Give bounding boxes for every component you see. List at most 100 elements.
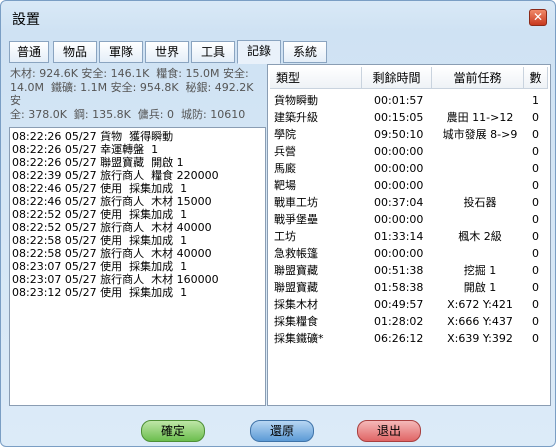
cell-count: 0 bbox=[532, 111, 539, 124]
column-header-current-task[interactable]: 當前任務 bbox=[432, 67, 524, 89]
log-entry: 08:22:58 05/27 旅行商人 木材 40000 bbox=[12, 247, 212, 260]
column-header-type[interactable]: 類型 bbox=[270, 67, 362, 89]
cell-count: 0 bbox=[532, 213, 539, 226]
settings-window: 設置 ✕ 普通 物品 軍隊 世界 工具 記錄 系統 木材: 924.6K 安全:… bbox=[0, 0, 556, 447]
cell-time: 00:00:00 bbox=[374, 179, 424, 192]
cell-time: 00:37:04 bbox=[374, 196, 424, 209]
table-row[interactable]: 學院 09:50:10 城市發展 8->9 0 bbox=[268, 126, 550, 143]
cell-task: 投石器 bbox=[463, 196, 497, 209]
cell-count: 0 bbox=[532, 315, 539, 328]
column-header-remaining-time[interactable]: 剩餘時間 bbox=[362, 67, 432, 89]
cell-type: 學院 bbox=[274, 128, 296, 141]
tab-normal[interactable]: 普通 bbox=[9, 41, 49, 63]
cell-type: 戰車工坊 bbox=[274, 196, 318, 209]
cell-time: 06:26:12 bbox=[374, 332, 424, 345]
table-row[interactable]: 建築升級 00:15:05 農田 11->12 0 bbox=[268, 109, 550, 126]
table-row[interactable]: 兵營 00:00:00 0 bbox=[268, 143, 550, 160]
cell-time: 00:15:05 bbox=[374, 111, 424, 124]
resource-line-3: 全: 378.0K 鋼: 135.8K 傭兵: 0 城防: 10610 bbox=[10, 107, 246, 121]
cell-task: 開啟 1 bbox=[463, 281, 497, 294]
cell-count: 0 bbox=[532, 196, 539, 209]
ok-button[interactable]: 確定 bbox=[141, 420, 205, 442]
table-row[interactable]: 工坊 01:33:14 楓木 2級 0 bbox=[268, 228, 550, 245]
cell-time: 00:01:57 bbox=[374, 94, 424, 107]
table-row[interactable]: 靶場 00:00:00 0 bbox=[268, 177, 550, 194]
cell-type: 工坊 bbox=[274, 230, 296, 243]
cell-type: 建築升級 bbox=[274, 111, 318, 124]
tab-tools[interactable]: 工具 bbox=[191, 41, 235, 63]
cell-time: 01:33:14 bbox=[374, 230, 424, 243]
cell-count: 0 bbox=[532, 298, 539, 311]
log-entry: 08:22:26 05/27 貨物 獲得瞬動 bbox=[12, 130, 174, 143]
cell-task: X:639 Y:392 bbox=[447, 332, 513, 345]
cell-type: 馬廄 bbox=[274, 162, 296, 175]
cell-type: 兵營 bbox=[274, 145, 296, 158]
table-row[interactable]: 聯盟寶藏 00:51:38 挖掘 1 0 bbox=[268, 262, 550, 279]
cell-task: 城市發展 8->9 bbox=[442, 128, 518, 141]
cell-task: 挖掘 1 bbox=[463, 264, 497, 277]
cell-type: 靶場 bbox=[274, 179, 296, 192]
cell-time: 01:28:02 bbox=[374, 315, 424, 328]
cell-type: 貨物瞬動 bbox=[274, 94, 318, 107]
table-row[interactable]: 採集鐵礦* 06:26:12 X:639 Y:392 0 bbox=[268, 330, 550, 347]
log-entry: 08:23:07 05/27 使用 採集加成 1 bbox=[12, 260, 188, 273]
table-row[interactable]: 急救帳篷 00:00:00 0 bbox=[268, 245, 550, 262]
table-row[interactable]: 聯盟寶藏 01:58:38 開啟 1 0 bbox=[268, 279, 550, 296]
cell-time: 00:00:00 bbox=[374, 247, 424, 260]
exit-button[interactable]: 退出 bbox=[357, 420, 421, 442]
cell-time: 09:50:10 bbox=[374, 128, 424, 141]
cell-type: 採集鐵礦* bbox=[274, 332, 324, 345]
cell-type: 聯盟寶藏 bbox=[274, 281, 318, 294]
log-entry: 08:22:58 05/27 使用 採集加成 1 bbox=[12, 234, 188, 247]
cell-time: 00:51:38 bbox=[374, 264, 424, 277]
column-header-count[interactable]: 數 bbox=[524, 67, 548, 89]
log-entry: 08:22:26 05/27 幸運轉盤 1 bbox=[12, 143, 159, 156]
log-entry: 08:22:39 05/27 旅行商人 糧食 220000 bbox=[12, 169, 219, 182]
cell-time: 00:49:57 bbox=[374, 298, 424, 311]
cell-type: 採集糧食 bbox=[274, 315, 318, 328]
tab-log[interactable]: 記錄 bbox=[237, 40, 281, 64]
resource-line-2: 14.0M 鐵礦: 1.1M 安全: 954.8K 秘銀: 492.2K 安 bbox=[10, 80, 257, 108]
window-title: 設置 bbox=[12, 12, 40, 28]
log-entry: 08:23:12 05/27 使用 採集加成 1 bbox=[12, 286, 188, 299]
tab-army[interactable]: 軍隊 bbox=[99, 41, 143, 63]
tab-items[interactable]: 物品 bbox=[53, 41, 97, 63]
title-bar: 設置 ✕ bbox=[1, 1, 555, 33]
cell-task: X:672 Y:421 bbox=[447, 298, 513, 311]
cell-count: 0 bbox=[532, 247, 539, 260]
task-table: 類型 剩餘時間 當前任務 數 貨物瞬動 00:01:57 1 建築升級 00:1… bbox=[267, 64, 551, 406]
cell-type: 急救帳篷 bbox=[274, 247, 318, 260]
cell-count: 0 bbox=[532, 145, 539, 158]
table-row[interactable]: 戰車工坊 00:37:04 投石器 0 bbox=[268, 194, 550, 211]
cell-count: 0 bbox=[532, 179, 539, 192]
table-row[interactable]: 貨物瞬動 00:01:57 1 bbox=[268, 92, 550, 109]
resource-summary: 木材: 924.6K 安全: 146.1K 糧食: 15.0M 安全: 14.0… bbox=[10, 67, 262, 121]
restore-button[interactable]: 還原 bbox=[250, 420, 314, 442]
log-entry: 08:22:52 05/27 旅行商人 木材 40000 bbox=[12, 221, 212, 234]
close-icon[interactable]: ✕ bbox=[529, 9, 547, 26]
log-entry: 08:22:26 05/27 聯盟寶藏 開啟 1 bbox=[12, 156, 184, 169]
table-row[interactable]: 採集木材 00:49:57 X:672 Y:421 0 bbox=[268, 296, 550, 313]
cell-count: 0 bbox=[532, 128, 539, 141]
cell-time: 01:58:38 bbox=[374, 281, 424, 294]
cell-count: 0 bbox=[532, 162, 539, 175]
cell-time: 00:00:00 bbox=[374, 162, 424, 175]
log-entry: 08:22:46 05/27 使用 採集加成 1 bbox=[12, 182, 188, 195]
cell-type: 聯盟寶藏 bbox=[274, 264, 318, 277]
cell-task: X:666 Y:437 bbox=[447, 315, 513, 328]
tab-world[interactable]: 世界 bbox=[145, 41, 189, 63]
table-row[interactable]: 採集糧食 01:28:02 X:666 Y:437 0 bbox=[268, 313, 550, 330]
table-row[interactable]: 馬廄 00:00:00 0 bbox=[268, 160, 550, 177]
cell-count: 1 bbox=[532, 94, 539, 107]
resource-line-1: 木材: 924.6K 安全: 146.1K 糧食: 15.0M 安全: bbox=[10, 67, 249, 80]
tab-system[interactable]: 系統 bbox=[283, 41, 327, 63]
table-row[interactable]: 戰爭堡壘 00:00:00 0 bbox=[268, 211, 550, 228]
log-entry: 08:22:46 05/27 旅行商人 木材 15000 bbox=[12, 195, 212, 208]
cell-count: 0 bbox=[532, 332, 539, 345]
cell-task: 農田 11->12 bbox=[446, 111, 514, 124]
cell-type: 戰爭堡壘 bbox=[274, 213, 318, 226]
log-list[interactable]: 08:22:26 05/27 貨物 獲得瞬動 08:22:26 05/27 幸運… bbox=[9, 127, 266, 406]
cell-time: 00:00:00 bbox=[374, 213, 424, 226]
cell-task: 楓木 2級 bbox=[458, 230, 502, 243]
cell-count: 0 bbox=[532, 281, 539, 294]
